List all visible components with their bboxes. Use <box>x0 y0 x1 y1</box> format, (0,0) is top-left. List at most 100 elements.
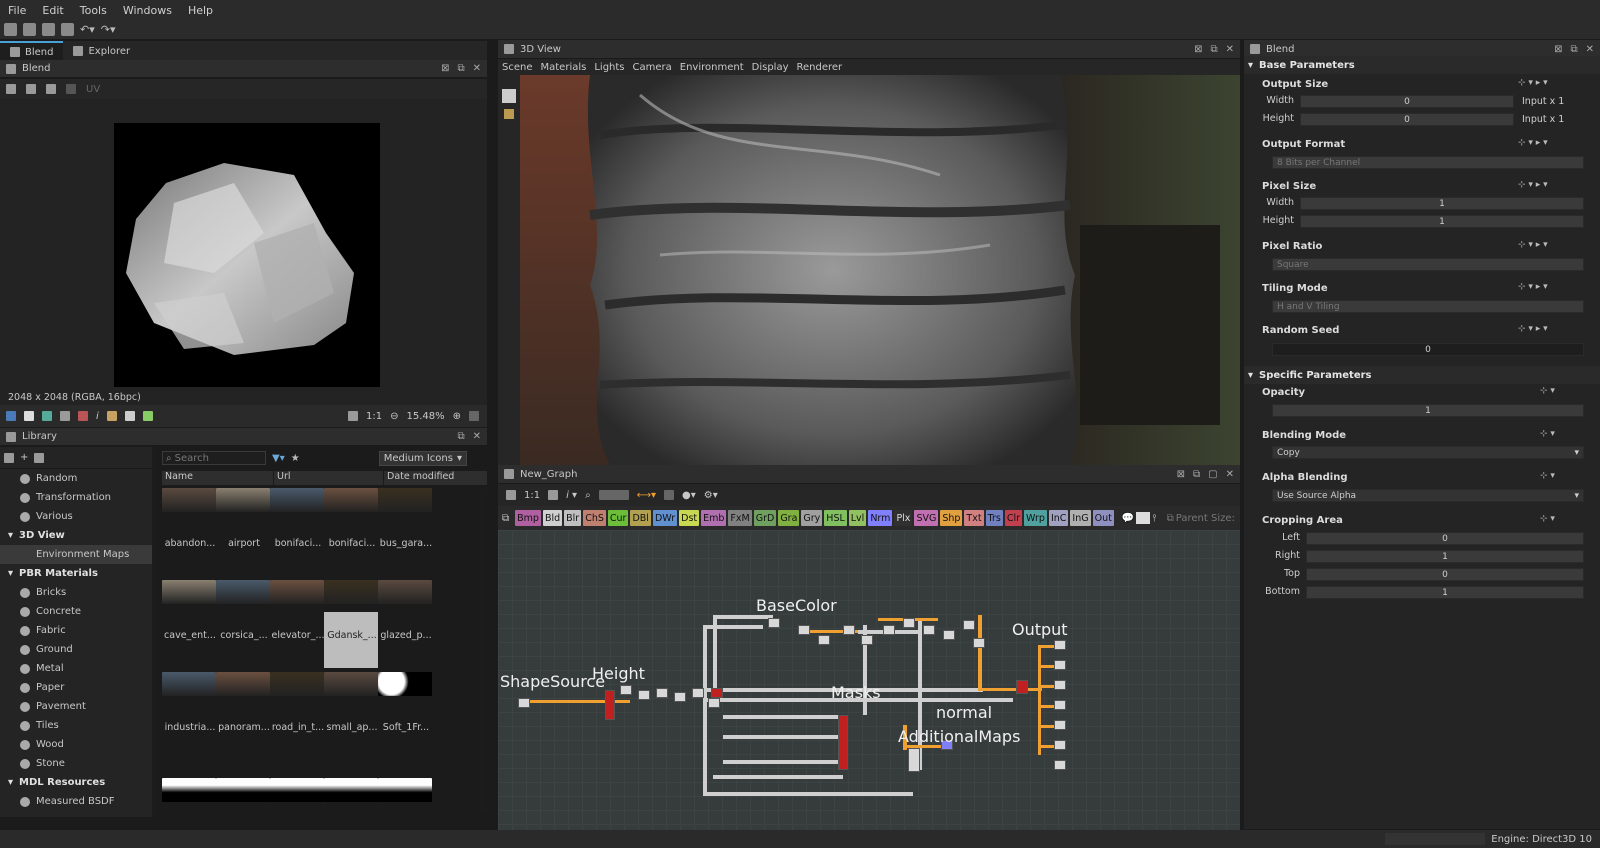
random-seed-icons[interactable]: ⊹ ▾ ▸ ▾ <box>1518 324 1548 334</box>
light-tool-icon[interactable] <box>504 109 514 119</box>
new-substance-icon[interactable] <box>23 23 36 36</box>
tab-explorer[interactable]: Explorer <box>63 41 140 61</box>
lock-icon[interactable] <box>469 411 479 421</box>
library-item[interactable]: Random <box>0 469 152 488</box>
library-thumbnail[interactable] <box>162 488 216 512</box>
redo-icon[interactable]: ↷▾ <box>101 23 116 36</box>
library-item[interactable]: Environment Maps <box>0 545 152 564</box>
graph-max-icon[interactable]: ▢ <box>1208 469 1217 480</box>
node-tag[interactable]: Wrp <box>1024 510 1047 526</box>
tile-icon[interactable] <box>78 411 88 421</box>
node-base-color[interactable]: BaseColor <box>756 596 837 615</box>
node-additional-maps[interactable]: AdditionalMaps <box>898 727 1020 746</box>
library-item[interactable]: Ground <box>0 640 152 659</box>
select-tool-icon[interactable] <box>502 89 516 103</box>
params-pin-icon[interactable]: ⊠ <box>1554 44 1562 55</box>
tiling-mode-field[interactable]: H and V Tiling <box>1272 300 1584 313</box>
add-icon[interactable]: + <box>20 452 28 463</box>
undo-icon[interactable]: ↶▾ <box>80 23 95 36</box>
node-tag[interactable]: FxM <box>728 510 752 526</box>
library-item[interactable]: Measured BSDF <box>0 792 152 811</box>
output-width-field[interactable]: 0 <box>1300 95 1514 108</box>
library-thumbnail[interactable] <box>270 672 324 696</box>
library-category[interactable]: ▾ PBR Materials <box>0 564 152 583</box>
graph-record-icon[interactable]: ●▾ <box>682 490 696 501</box>
graph-comment-icon[interactable] <box>664 490 675 500</box>
histogram-icon[interactable] <box>106 411 117 421</box>
view3d-menu-environment[interactable]: Environment <box>680 62 744 73</box>
bar-icon[interactable] <box>124 411 135 421</box>
library-close-icon[interactable]: ✕ <box>473 431 481 442</box>
library-item[interactable]: Various <box>0 507 152 526</box>
graph-fit-icon[interactable] <box>506 490 516 500</box>
frame-node-icon[interactable] <box>1136 512 1151 524</box>
library-thumbnail[interactable] <box>378 778 432 802</box>
save-icon[interactable] <box>61 23 74 36</box>
node-normal[interactable]: normal <box>936 703 992 722</box>
node-tag[interactable]: Bmp <box>515 510 541 526</box>
library-item[interactable]: Bricks <box>0 583 152 602</box>
view3d-menu-renderer[interactable]: Renderer <box>797 62 843 73</box>
graph-settings-icon[interactable]: ⚙▾ <box>704 490 718 501</box>
graph-link-icon[interactable]: ⟷▾ <box>637 490 656 501</box>
crop-top-field[interactable]: 0 <box>1306 568 1584 581</box>
save-image-icon[interactable] <box>26 84 36 94</box>
node-tag[interactable]: DWr <box>652 510 678 526</box>
tree-scrollbar[interactable] <box>152 447 156 817</box>
library-thumbnail[interactable] <box>324 778 378 802</box>
alpha-blending-icons[interactable]: ⊹ ▾ <box>1540 471 1555 481</box>
section-specific-parameters[interactable]: ▾ Specific Parameters <box>1244 366 1600 384</box>
library-item[interactable]: Metal <box>0 659 152 678</box>
library-thumbnail[interactable] <box>216 778 270 802</box>
library-thumbnail[interactable] <box>324 580 378 604</box>
close-icon[interactable]: ✕ <box>473 63 481 74</box>
node-tag[interactable]: Gra <box>778 510 800 526</box>
output-height-field[interactable]: 0 <box>1300 113 1514 126</box>
view3d-pin-icon[interactable]: ⊠ <box>1194 44 1202 55</box>
library-thumbnail[interactable] <box>216 580 270 604</box>
node-tag[interactable]: Trs <box>985 510 1003 526</box>
graph-align-icon[interactable] <box>598 490 629 500</box>
fit-icon[interactable] <box>347 411 358 421</box>
grid-icon[interactable] <box>60 411 70 421</box>
library-thumbnail[interactable] <box>378 672 432 696</box>
node-tag[interactable]: DBl <box>630 510 651 526</box>
cropping-area-icons[interactable]: ⊹ ▾ <box>1540 514 1555 524</box>
crop-right-field[interactable]: 1 <box>1306 550 1584 563</box>
library-thumbnail[interactable] <box>378 488 432 512</box>
graph-zoom-ratio[interactable]: 1:1 <box>524 490 540 501</box>
library-item[interactable]: Transformation <box>0 488 152 507</box>
library-thumbnail[interactable] <box>270 580 324 604</box>
col-date[interactable]: Date modified <box>384 471 454 485</box>
library-thumbnail[interactable] <box>270 488 324 512</box>
pixel-width-field[interactable]: 1 <box>1300 197 1584 210</box>
add-folder-icon[interactable] <box>4 452 14 463</box>
node-tag[interactable]: Nrm <box>868 510 893 526</box>
node-tag[interactable]: Cur <box>607 510 629 526</box>
library-float-icon[interactable]: ⧉ <box>457 431 464 442</box>
favorite-icon[interactable]: ★ <box>291 453 300 464</box>
copy-icon[interactable] <box>6 84 16 94</box>
new-package-icon[interactable] <box>4 23 17 36</box>
library-thumbnail[interactable] <box>270 778 324 802</box>
color-icon[interactable] <box>42 411 52 421</box>
node-tag[interactable]: Shp <box>940 510 963 526</box>
graph-float-icon[interactable]: ⧉ <box>1193 469 1200 480</box>
opacity-icons[interactable]: ⊹ ▾ <box>1540 386 1555 396</box>
col-url[interactable]: Url <box>274 471 384 485</box>
view3d-menu-materials[interactable]: Materials <box>541 62 587 73</box>
node-tag[interactable]: Bld <box>542 510 563 526</box>
comment-node-icon[interactable]: 💬 <box>1122 513 1134 524</box>
alpha-checker-icon[interactable] <box>24 411 34 421</box>
opacity-field[interactable]: 1 <box>1272 404 1584 417</box>
library-item[interactable]: Concrete <box>0 602 152 621</box>
tiling-icon[interactable] <box>66 84 76 94</box>
pin-node-icon[interactable]: ⫯ <box>1152 513 1156 524</box>
node-tag[interactable]: InG <box>1070 510 1091 526</box>
channels-icon[interactable] <box>6 411 16 421</box>
blending-mode-icons[interactable]: ⊹ ▾ <box>1540 429 1555 439</box>
output-size-icons[interactable]: ⊹ ▾ ▸ ▾ <box>1518 78 1548 88</box>
menu-windows[interactable]: Windows <box>115 4 180 17</box>
view3d-float-icon[interactable]: ⧉ <box>1210 44 1217 55</box>
graph-frame-icon[interactable] <box>548 490 559 500</box>
